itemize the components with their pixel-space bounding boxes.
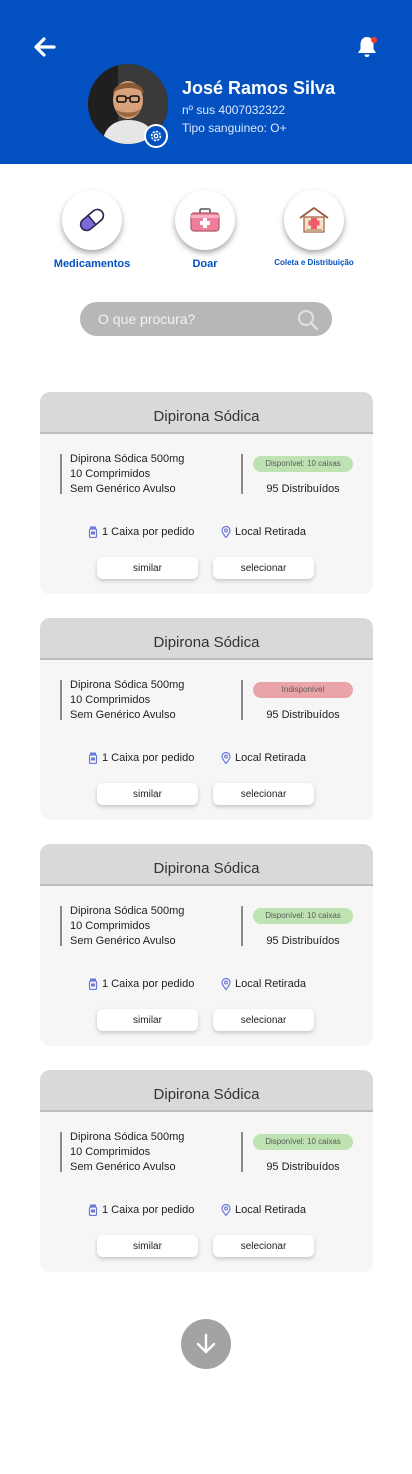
pickup-location[interactable]: Local Retirada <box>221 1204 306 1216</box>
medication-page: José Ramos Silva nº sus 4007032322 Tipo … <box>0 0 412 1474</box>
card-title: Dipirona Sódica <box>153 634 260 651</box>
medication-card: Dipirona Sódica Dipirona Sódica 500mg 10… <box>40 618 373 820</box>
order-limit-text: 1 Caixa por pedido <box>102 526 195 538</box>
card-header: Dipirona Sódica <box>40 1070 373 1112</box>
avatar-container <box>88 64 168 148</box>
status-badge: Disponível: 10 caixas <box>253 1134 353 1150</box>
pill-icon <box>79 208 105 232</box>
medication-card: Dipirona Sódica Dipirona Sódica 500mg 10… <box>40 1070 373 1272</box>
pickup-location-text: Local Retirada <box>235 526 306 538</box>
card-title: Dipirona Sódica <box>153 860 260 877</box>
arrow-left-icon <box>34 37 56 57</box>
user-name: José Ramos Silva <box>182 78 336 98</box>
divider <box>60 680 62 720</box>
order-limit: 1 Caixa por pedido <box>88 1204 194 1216</box>
pickup-location-text: Local Retirada <box>235 978 306 990</box>
similar-button[interactable]: similar <box>97 783 198 805</box>
order-limit-text: 1 Caixa por pedido <box>102 752 195 764</box>
medication-type: Sem Genérico Avulso <box>70 1161 176 1173</box>
medication-quantity: 10 Comprimidos <box>70 1146 151 1158</box>
medication-quantity: 10 Comprimidos <box>70 920 151 932</box>
medication-quantity: 10 Comprimidos <box>70 468 151 480</box>
order-limit-text: 1 Caixa por pedido <box>102 1204 195 1216</box>
menu-icon-circle <box>175 190 235 250</box>
pickup-location[interactable]: Local Retirada <box>221 752 306 764</box>
menu-doar[interactable]: Doar <box>145 190 265 270</box>
order-limit-text: 1 Caixa por pedido <box>102 978 195 990</box>
search-button[interactable] <box>296 308 320 332</box>
card-header: Dipirona Sódica <box>40 392 373 434</box>
card-header: Dipirona Sódica <box>40 618 373 660</box>
search-bar <box>80 302 332 336</box>
menu-label: Medicamentos <box>53 258 131 270</box>
hospital-icon <box>299 207 329 233</box>
status-badge: Disponível: 10 caixas <box>253 456 353 472</box>
medicine-bottle-icon <box>88 978 98 990</box>
similar-button[interactable]: similar <box>97 1235 198 1257</box>
pickup-location-text: Local Retirada <box>235 752 306 764</box>
medicine-bottle-icon <box>88 1204 98 1216</box>
medicine-bottle-icon <box>88 526 98 538</box>
arrow-down-icon <box>196 1333 216 1354</box>
select-button[interactable]: selecionar <box>213 1235 314 1257</box>
card-header: Dipirona Sódica <box>40 844 373 886</box>
select-button[interactable]: selecionar <box>213 783 314 805</box>
search-input[interactable] <box>80 302 290 336</box>
distributed-count: 95 Distribuídos <box>266 935 340 947</box>
order-limit: 1 Caixa por pedido <box>88 526 194 538</box>
blood-type: Tipo sanguineo: O+ <box>182 121 287 135</box>
divider <box>60 1132 62 1172</box>
pickup-location[interactable]: Local Retirada <box>221 526 306 538</box>
menu-coleta-distribuicao[interactable]: Coleta e Distribuição <box>254 190 374 267</box>
gear-icon <box>150 130 162 142</box>
medication-type: Sem Genérico Avulso <box>70 935 176 947</box>
notifications-button[interactable] <box>354 34 380 60</box>
medication-card: Dipirona Sódica Dipirona Sódica 500mg 10… <box>40 844 373 1046</box>
status-badge: Indisponível <box>253 682 353 698</box>
menu-icon-circle <box>284 190 344 250</box>
medication-quantity: 10 Comprimidos <box>70 694 151 706</box>
location-pin-icon <box>221 978 231 990</box>
search-icon <box>297 309 319 331</box>
location-pin-icon <box>221 752 231 764</box>
distributed-count: 95 Distribuídos <box>266 1161 340 1173</box>
divider <box>60 454 62 494</box>
order-limit: 1 Caixa por pedido <box>88 978 194 990</box>
medicine-bottle-icon <box>88 752 98 764</box>
location-pin-icon <box>221 1204 231 1216</box>
medication-type: Sem Genérico Avulso <box>70 483 176 495</box>
profile-header: José Ramos Silva nº sus 4007032322 Tipo … <box>0 0 412 164</box>
bell-icon <box>358 37 377 57</box>
medication-dosage: Dipirona Sódica 500mg <box>70 1131 185 1143</box>
menu-label: Coleta e Distribuição <box>274 258 354 267</box>
menu-icon-circle <box>62 190 122 250</box>
location-pin-icon <box>221 526 231 538</box>
status-badge: Disponível: 10 caixas <box>253 908 353 924</box>
distributed-count: 95 Distribuídos <box>266 483 340 495</box>
pickup-location[interactable]: Local Retirada <box>221 978 306 990</box>
card-title: Dipirona Sódica <box>153 408 260 425</box>
select-button[interactable]: selecionar <box>213 1009 314 1031</box>
medication-dosage: Dipirona Sódica 500mg <box>70 679 185 691</box>
pickup-location-text: Local Retirada <box>235 1204 306 1216</box>
similar-button[interactable]: similar <box>97 557 198 579</box>
order-limit: 1 Caixa por pedido <box>88 752 194 764</box>
divider <box>60 906 62 946</box>
medication-dosage: Dipirona Sódica 500mg <box>70 453 185 465</box>
medication-type: Sem Genérico Avulso <box>70 709 176 721</box>
scroll-down-button[interactable] <box>181 1319 231 1369</box>
medication-card: Dipirona Sódica Dipirona Sódica 500mg 10… <box>40 392 373 594</box>
menu-label: Doar <box>192 258 218 270</box>
similar-button[interactable]: similar <box>97 1009 198 1031</box>
back-button[interactable] <box>32 34 58 60</box>
sus-number: nº sus 4007032322 <box>182 103 286 117</box>
medical-kit-icon <box>190 208 220 232</box>
menu-medicamentos[interactable]: Medicamentos <box>32 190 152 270</box>
select-button[interactable]: selecionar <box>213 557 314 579</box>
card-title: Dipirona Sódica <box>153 1086 260 1103</box>
distributed-count: 95 Distribuídos <box>266 709 340 721</box>
medication-dosage: Dipirona Sódica 500mg <box>70 905 185 917</box>
settings-button[interactable] <box>144 124 168 148</box>
